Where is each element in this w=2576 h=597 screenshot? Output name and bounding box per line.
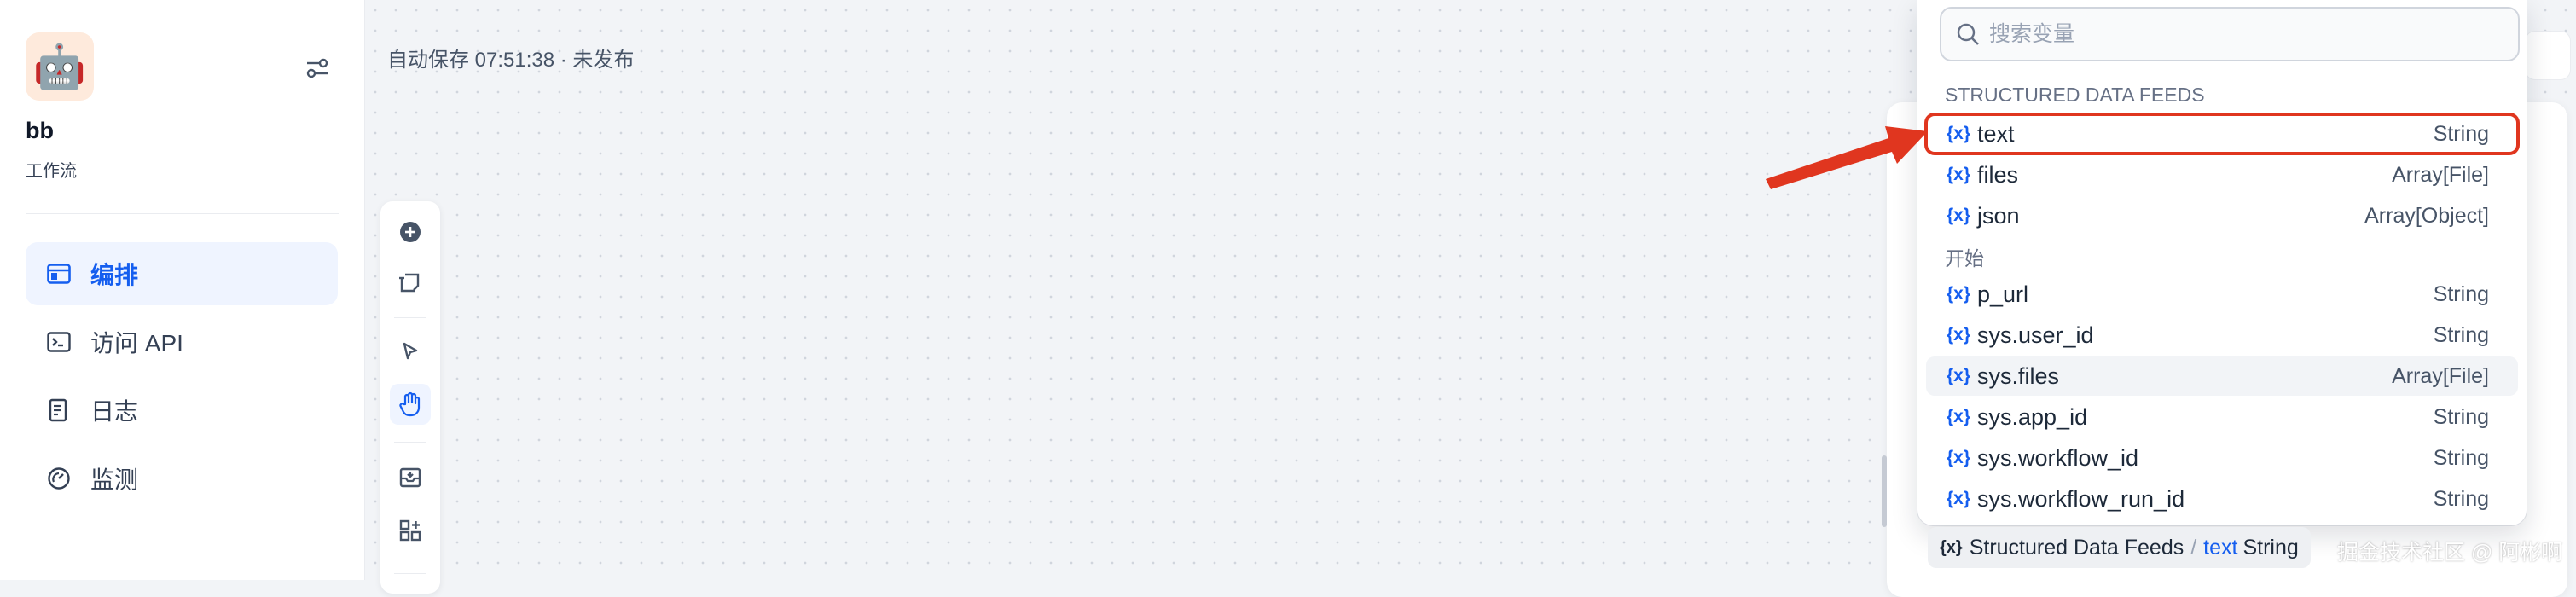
- variable-name: p_url: [1977, 281, 2029, 307]
- variable-type: String: [2433, 322, 2489, 347]
- variable-type: String: [2433, 281, 2489, 306]
- variable-icon: {x}: [1940, 537, 1963, 557]
- variable-icon: {x}: [1947, 325, 1971, 345]
- variable-search-box[interactable]: [1940, 7, 2520, 61]
- toolbar-divider: [394, 317, 426, 318]
- variable-type: String: [2433, 445, 2489, 470]
- variable-option-sys-user-id[interactable]: {x} sys.user_id String: [1926, 316, 2518, 355]
- variable-name: sys.user_id: [1977, 322, 2094, 348]
- annotation-arrow-icon: [1766, 126, 1928, 189]
- app-robot-icon: 🤖: [26, 32, 94, 101]
- layout-icon: [46, 261, 72, 287]
- variable-option-p-url[interactable]: {x} p_url String: [1926, 275, 2518, 314]
- variable-picker-dropdown: STRUCTURED DATA FEEDS {x} text String {x…: [1917, 0, 2527, 525]
- variable-type: Array[File]: [2392, 363, 2489, 388]
- variable-option-sys-workflow-run-id[interactable]: {x} sys.workflow_run_id String: [1926, 479, 2518, 519]
- hand-icon[interactable]: [390, 384, 431, 425]
- variable-icon: {x}: [1947, 124, 1971, 143]
- app-name: bb: [26, 118, 54, 143]
- group-title-structured-data-feeds: STRUCTURED DATA FEEDS: [1945, 84, 2205, 106]
- canvas-toolbar: [380, 201, 440, 594]
- variable-name: sys.workflow_run_id: [1977, 485, 2185, 512]
- variable-type: String: [2433, 121, 2489, 146]
- variable-name: text: [1977, 120, 2015, 147]
- panel-top-button[interactable]: [2525, 31, 2571, 80]
- variable-type: String: [2433, 404, 2489, 429]
- variable-search-input[interactable]: [1989, 21, 2501, 47]
- add-node-icon[interactable]: [390, 212, 431, 252]
- sidebar-item-logs[interactable]: 日志: [26, 379, 338, 442]
- variable-name: sys.workflow_id: [1977, 444, 2139, 471]
- pointer-icon[interactable]: [390, 331, 431, 372]
- sidebar-item-label: 编排: [90, 262, 139, 288]
- variable-type: Array[File]: [2392, 162, 2489, 187]
- sidebar-item-monitor[interactable]: 监测: [26, 447, 338, 510]
- autosave-status: 自动保存 07:51:38 · 未发布: [387, 49, 635, 72]
- gauge-icon: [46, 466, 72, 491]
- watermark: 掘金技术社区 @ 阿彬啊: [2337, 541, 2563, 565]
- variable-icon: {x}: [1947, 448, 1971, 467]
- sidebar-item-orchestrate[interactable]: 编排: [26, 242, 338, 305]
- selected-variable-type: String: [2242, 535, 2299, 559]
- variable-option-sys-workflow-id[interactable]: {x} sys.workflow_id String: [1926, 438, 2518, 478]
- variable-name: json: [1977, 202, 2020, 229]
- app-type: 工作流: [26, 162, 77, 181]
- sidebar-item-label: 日志: [90, 398, 139, 425]
- selected-variable-source: Structured Data Feeds: [1969, 535, 2184, 559]
- search-icon: [1955, 21, 1981, 47]
- sidebar-item-label: 监测: [90, 467, 139, 493]
- variable-option-sys-app-id[interactable]: {x} sys.app_id String: [1926, 397, 2518, 437]
- toolbar-divider: [394, 442, 426, 443]
- variable-icon: {x}: [1947, 489, 1971, 508]
- variable-option-text[interactable]: {x} text String: [1924, 113, 2520, 155]
- variable-type: String: [2433, 486, 2489, 511]
- variable-option-json[interactable]: {x} json Array[Object]: [1926, 196, 2518, 235]
- variable-type: Array[Object]: [2364, 203, 2489, 228]
- organize-icon[interactable]: [390, 510, 431, 551]
- export-icon[interactable]: [390, 457, 431, 498]
- file-list-icon: [46, 397, 72, 423]
- variable-option-files[interactable]: {x} files Array[File]: [1926, 155, 2518, 194]
- toolbar-divider: [394, 573, 426, 574]
- variable-icon: {x}: [1947, 407, 1971, 426]
- app-sidebar: 🤖 bb 工作流 编排 访问 API 日志 监测: [0, 0, 365, 580]
- selected-variable-name: text: [2203, 535, 2238, 559]
- variable-name: sys.app_id: [1977, 403, 2088, 430]
- variable-icon: {x}: [1947, 366, 1971, 385]
- add-note-icon[interactable]: [390, 263, 431, 304]
- sidebar-item-api[interactable]: 访问 API: [26, 310, 338, 374]
- variable-icon: {x}: [1947, 165, 1971, 184]
- sidebar-item-label: 访问 API: [90, 330, 183, 356]
- terminal-icon: [46, 329, 72, 355]
- variable-name: files: [1977, 161, 2019, 188]
- variable-icon: {x}: [1947, 284, 1971, 304]
- settings-toggle-icon[interactable]: [302, 55, 333, 82]
- group-title-start: 开始: [1945, 247, 1984, 270]
- variable-icon: {x}: [1947, 206, 1971, 225]
- variable-option-sys-files[interactable]: {x} sys.files Array[File]: [1926, 356, 2518, 396]
- selected-variable-tag[interactable]: {x} Structured Data Feeds / text String: [1928, 527, 2311, 568]
- scrollbar-thumb[interactable]: [1882, 455, 1887, 527]
- selected-variable-separator: /: [2190, 535, 2197, 559]
- variable-name: sys.files: [1977, 362, 2060, 389]
- sidebar-divider: [26, 213, 339, 214]
